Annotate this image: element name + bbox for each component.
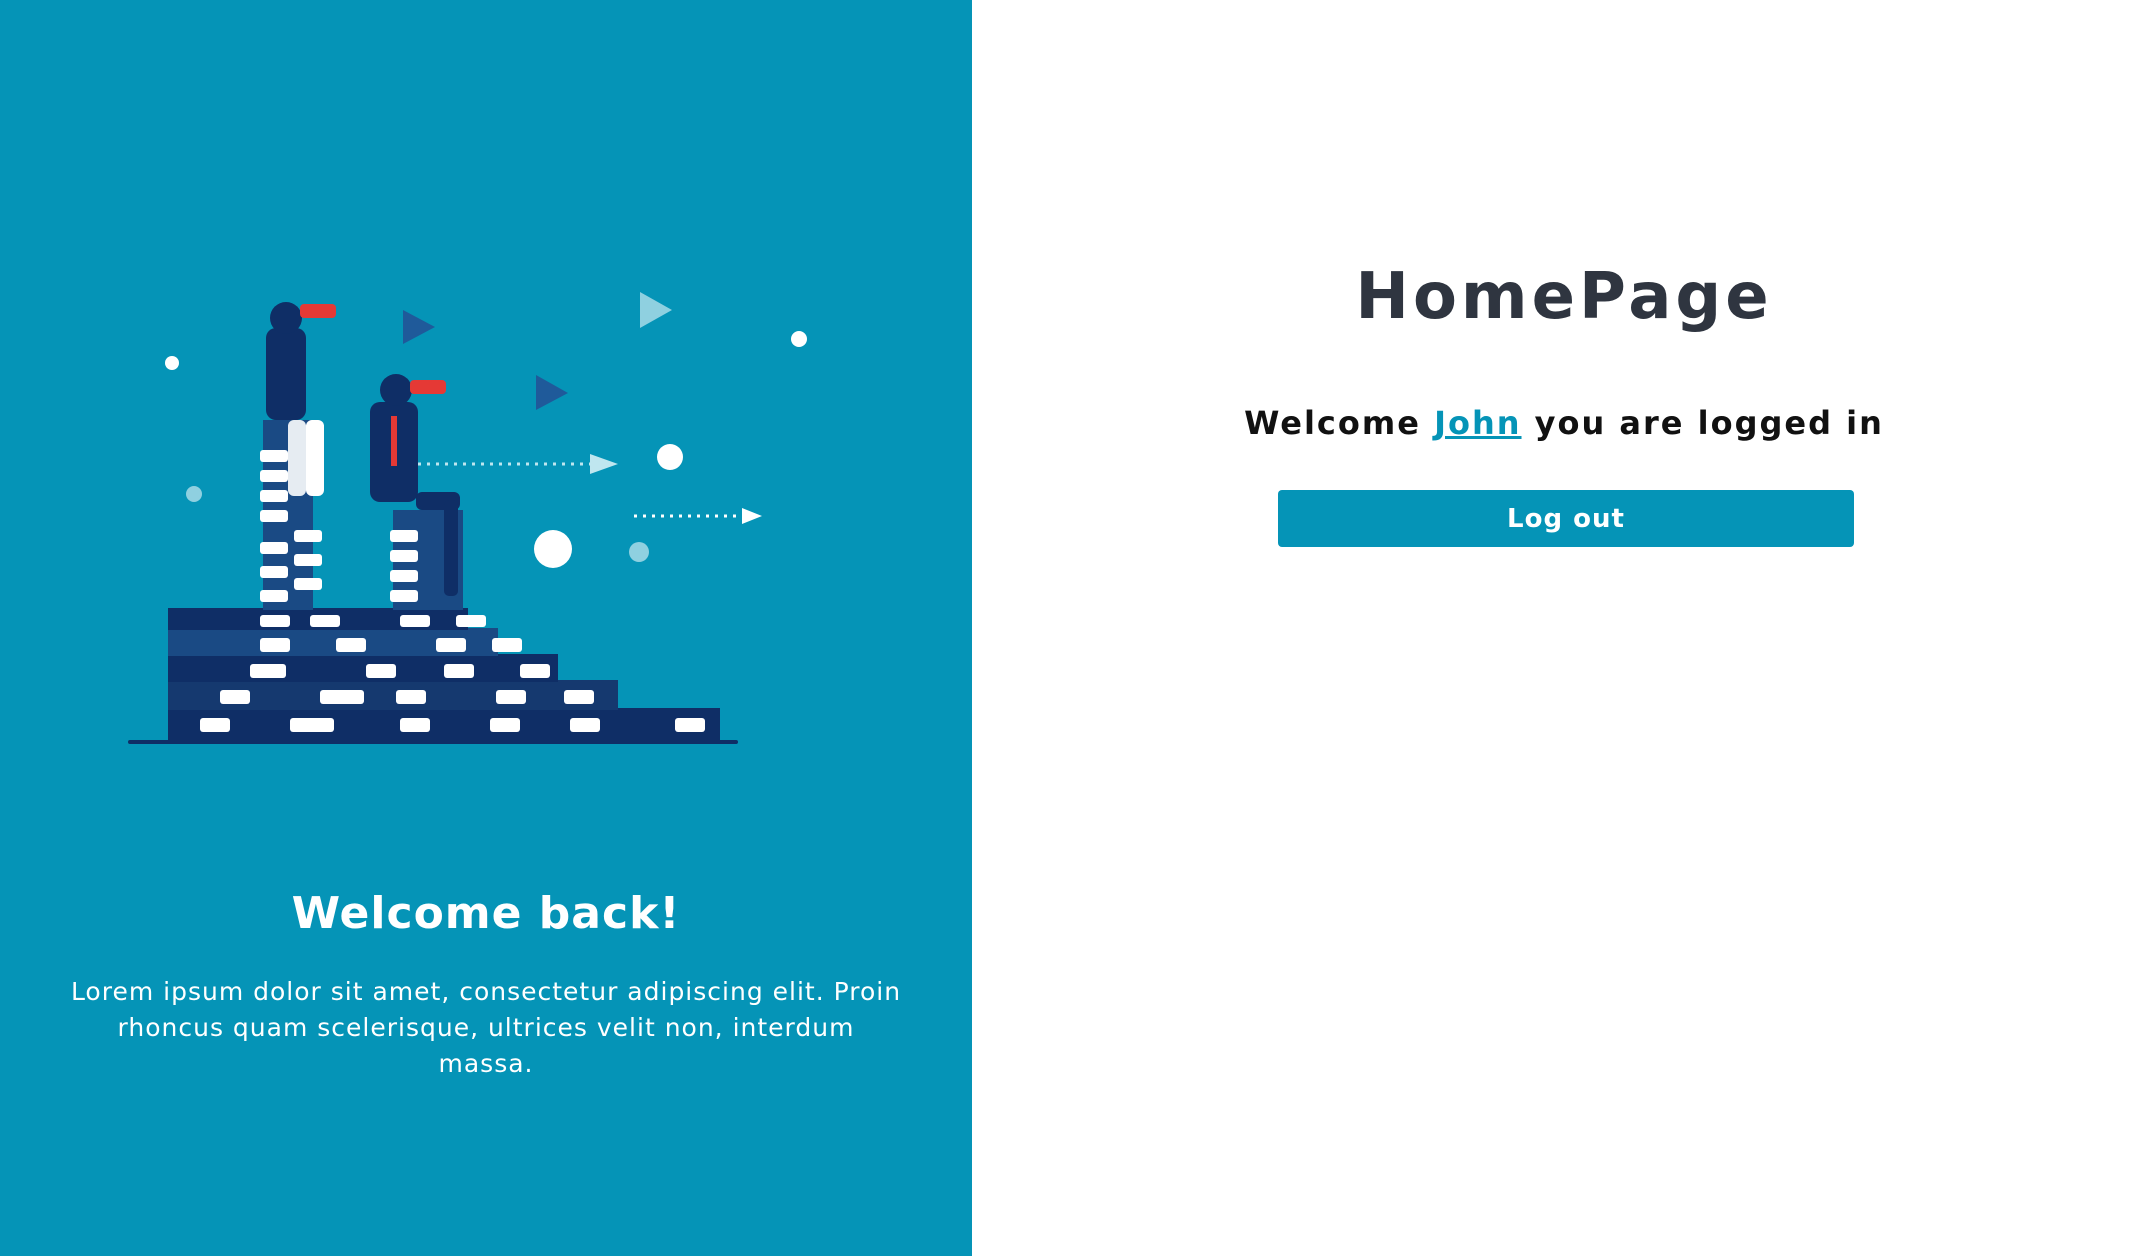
welcome-prefix: Welcome [1244,404,1421,442]
welcome-back-heading: Welcome back! [291,888,681,939]
welcome-suffix: you are logged in [1534,404,1884,442]
page-title: HomePage [1355,260,1773,334]
welcome-description: Lorem ipsum dolor sit amet, consectetur … [70,977,902,1078]
main-content: HomePage Welcome John you are logged in … [972,0,2156,1256]
username-link[interactable]: John [1434,404,1521,442]
welcome-message: Welcome John you are logged in [972,398,2156,448]
logout-button[interactable]: Log out [1278,490,1854,547]
business-people-with-binoculars-on-books-illustration [128,292,807,744]
left-panel: Welcome back! Lorem ipsum dolor sit amet… [0,0,972,1256]
